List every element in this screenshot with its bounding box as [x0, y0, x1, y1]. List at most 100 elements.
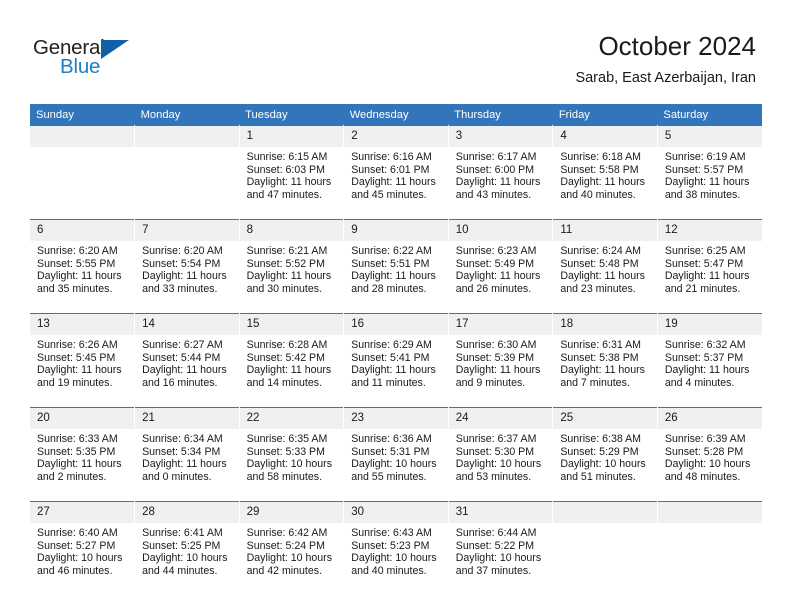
sunset-text: Sunset: 5:29 PM	[560, 445, 639, 458]
daylight-text: Daylight: 10 hours and 42 minutes.	[246, 552, 333, 577]
day-number: 18	[553, 314, 657, 335]
day-cell[interactable]: 26 Sunrise: 6:39 AM Sunset: 5:28 PM Dayl…	[657, 407, 762, 502]
sunrise-text: Sunrise: 6:28 AM	[246, 339, 328, 351]
sunset-text: Sunset: 5:45 PM	[37, 351, 116, 364]
day-info: Sunrise: 6:34 AM Sunset: 5:34 PM Dayligh…	[135, 429, 239, 483]
day-cell[interactable]: 20 Sunrise: 6:33 AM Sunset: 5:35 PM Dayl…	[30, 407, 136, 502]
day-cell[interactable]: 7 Sunrise: 6:20 AM Sunset: 5:54 PM Dayli…	[134, 219, 240, 314]
sunrise-text: Sunrise: 6:16 AM	[351, 151, 432, 163]
day-cell[interactable]: 3 Sunrise: 6:17 AM Sunset: 6:00 PM Dayli…	[448, 125, 554, 220]
sunrise-text: Sunrise: 6:15 AM	[246, 151, 328, 163]
day-number: 3	[448, 126, 553, 147]
day-number: 4	[553, 126, 657, 147]
daylight-text: Daylight: 11 hours and 26 minutes.	[455, 270, 541, 295]
sunset-text: Sunset: 5:24 PM	[246, 539, 325, 552]
day-number: 13	[30, 314, 135, 335]
sunset-text: Sunset: 5:42 PM	[246, 351, 325, 364]
day-number: 27	[30, 502, 135, 523]
daylight-text: Daylight: 11 hours and 30 minutes.	[246, 270, 332, 295]
sunrise-text: Sunrise: 6:17 AM	[455, 151, 537, 163]
daylight-text: Daylight: 10 hours and 40 minutes.	[351, 552, 437, 577]
day-number: 10	[448, 220, 553, 241]
day-cell-empty	[552, 501, 658, 595]
sunset-text: Sunset: 6:03 PM	[246, 163, 325, 176]
day-number: 1	[239, 126, 344, 147]
day-cell[interactable]: 8 Sunrise: 6:21 AM Sunset: 5:52 PM Dayli…	[239, 219, 345, 314]
sunset-text: Sunset: 5:54 PM	[142, 257, 221, 270]
day-cell[interactable]: 15 Sunrise: 6:28 AM Sunset: 5:42 PM Dayl…	[239, 313, 345, 408]
day-number: 23	[344, 408, 448, 429]
day-number: 31	[448, 502, 553, 523]
day-info: Sunrise: 6:18 AM Sunset: 5:58 PM Dayligh…	[553, 147, 657, 201]
day-cell[interactable]: 28 Sunrise: 6:41 AM Sunset: 5:25 PM Dayl…	[134, 501, 240, 595]
day-cell[interactable]: 22 Sunrise: 6:35 AM Sunset: 5:33 PM Dayl…	[239, 407, 345, 502]
day-number: 20	[30, 408, 135, 429]
sunset-text: Sunset: 5:37 PM	[664, 351, 744, 364]
day-cell[interactable]: 30 Sunrise: 6:43 AM Sunset: 5:23 PM Dayl…	[343, 501, 449, 595]
daylight-text: Daylight: 11 hours and 45 minutes.	[351, 176, 436, 201]
day-cell[interactable]: 25 Sunrise: 6:38 AM Sunset: 5:29 PM Dayl…	[552, 407, 658, 502]
day-info: Sunrise: 6:36 AM Sunset: 5:31 PM Dayligh…	[344, 429, 448, 483]
title-block: October 2024 Sarab, East Azerbaijan, Ira…	[575, 30, 756, 88]
day-number: 30	[344, 502, 448, 523]
day-info: Sunrise: 6:44 AM Sunset: 5:22 PM Dayligh…	[449, 523, 553, 577]
day-cell[interactable]: 13 Sunrise: 6:26 AM Sunset: 5:45 PM Dayl…	[30, 313, 136, 408]
day-cell[interactable]: 11 Sunrise: 6:24 AM Sunset: 5:48 PM Dayl…	[552, 219, 658, 314]
day-cell[interactable]: 2 Sunrise: 6:16 AM Sunset: 6:01 PM Dayli…	[343, 125, 449, 220]
day-cell[interactable]: 4 Sunrise: 6:18 AM Sunset: 5:58 PM Dayli…	[552, 125, 658, 220]
daylight-text: Daylight: 11 hours and 33 minutes.	[142, 270, 227, 295]
sunset-text: Sunset: 5:23 PM	[351, 539, 430, 552]
day-info: Sunrise: 6:20 AM Sunset: 5:55 PM Dayligh…	[30, 241, 134, 295]
daylight-text: Daylight: 11 hours and 14 minutes.	[246, 364, 332, 389]
sunrise-text: Sunrise: 6:32 AM	[664, 339, 746, 351]
day-cell[interactable]: 1 Sunrise: 6:15 AM Sunset: 6:03 PM Dayli…	[239, 125, 345, 220]
day-cell[interactable]: 12 Sunrise: 6:25 AM Sunset: 5:47 PM Dayl…	[657, 219, 762, 314]
day-cell[interactable]: 27 Sunrise: 6:40 AM Sunset: 5:27 PM Dayl…	[30, 501, 136, 595]
sunrise-text: Sunrise: 6:33 AM	[37, 433, 118, 445]
sunset-text: Sunset: 5:44 PM	[142, 351, 221, 364]
day-cell[interactable]: 16 Sunrise: 6:29 AM Sunset: 5:41 PM Dayl…	[343, 313, 449, 408]
day-cell[interactable]: 23 Sunrise: 6:36 AM Sunset: 5:31 PM Dayl…	[343, 407, 449, 502]
day-cell[interactable]: 6 Sunrise: 6:20 AM Sunset: 5:55 PM Dayli…	[30, 219, 136, 314]
day-info: Sunrise: 6:24 AM Sunset: 5:48 PM Dayligh…	[553, 241, 657, 295]
general-blue-logo[interactable]: General Blue	[33, 36, 153, 82]
day-info: Sunrise: 6:16 AM Sunset: 6:01 PM Dayligh…	[344, 147, 448, 201]
weekday-header-monday: Monday	[134, 104, 240, 126]
day-cell[interactable]: 18 Sunrise: 6:31 AM Sunset: 5:38 PM Dayl…	[552, 313, 658, 408]
day-cell[interactable]: 29 Sunrise: 6:42 AM Sunset: 5:24 PM Dayl…	[239, 501, 345, 595]
daylight-text: Daylight: 10 hours and 53 minutes.	[455, 458, 542, 483]
daylight-text: Daylight: 11 hours and 2 minutes.	[37, 458, 122, 483]
day-info: Sunrise: 6:39 AM Sunset: 5:28 PM Dayligh…	[658, 429, 762, 483]
day-number: 15	[239, 314, 344, 335]
day-cell[interactable]: 31 Sunrise: 6:44 AM Sunset: 5:22 PM Dayl…	[448, 501, 554, 595]
day-cell[interactable]: 9 Sunrise: 6:22 AM Sunset: 5:51 PM Dayli…	[343, 219, 449, 314]
sunrise-text: Sunrise: 6:36 AM	[351, 433, 432, 445]
sunset-text: Sunset: 5:25 PM	[142, 539, 221, 552]
day-cell[interactable]: 19 Sunrise: 6:32 AM Sunset: 5:37 PM Dayl…	[657, 313, 762, 408]
daylight-text: Daylight: 11 hours and 35 minutes.	[37, 270, 122, 295]
daylight-text: Daylight: 11 hours and 16 minutes.	[142, 364, 227, 389]
day-cell[interactable]: 24 Sunrise: 6:37 AM Sunset: 5:30 PM Dayl…	[448, 407, 554, 502]
day-info: Sunrise: 6:15 AM Sunset: 6:03 PM Dayligh…	[240, 147, 344, 201]
sunrise-text: Sunrise: 6:24 AM	[560, 245, 641, 257]
sunset-text: Sunset: 5:41 PM	[351, 351, 430, 364]
day-cell[interactable]: 10 Sunrise: 6:23 AM Sunset: 5:49 PM Dayl…	[448, 219, 554, 314]
day-cell[interactable]: 21 Sunrise: 6:34 AM Sunset: 5:34 PM Dayl…	[134, 407, 240, 502]
day-info: Sunrise: 6:33 AM Sunset: 5:35 PM Dayligh…	[30, 429, 134, 483]
weekday-header-row: Sunday Monday Tuesday Wednesday Thursday…	[30, 104, 762, 126]
day-number: 17	[448, 314, 553, 335]
weekday-header-wednesday: Wednesday	[343, 104, 449, 126]
daylight-text: Daylight: 11 hours and 19 minutes.	[37, 364, 122, 389]
day-info: Sunrise: 6:31 AM Sunset: 5:38 PM Dayligh…	[553, 335, 657, 389]
day-cell[interactable]: 5 Sunrise: 6:19 AM Sunset: 5:57 PM Dayli…	[657, 125, 762, 220]
day-info: Sunrise: 6:38 AM Sunset: 5:29 PM Dayligh…	[553, 429, 657, 483]
day-cell[interactable]: 17 Sunrise: 6:30 AM Sunset: 5:39 PM Dayl…	[448, 313, 554, 408]
sunrise-text: Sunrise: 6:38 AM	[560, 433, 641, 445]
day-number: 7	[135, 220, 239, 241]
day-number: 25	[553, 408, 657, 429]
sunrise-text: Sunrise: 6:40 AM	[37, 527, 118, 539]
day-info: Sunrise: 6:19 AM Sunset: 5:57 PM Dayligh…	[658, 147, 762, 201]
day-cell[interactable]: 14 Sunrise: 6:27 AM Sunset: 5:44 PM Dayl…	[134, 313, 240, 408]
daylight-text: Daylight: 11 hours and 43 minutes.	[455, 176, 541, 201]
day-info: Sunrise: 6:43 AM Sunset: 5:23 PM Dayligh…	[344, 523, 448, 577]
